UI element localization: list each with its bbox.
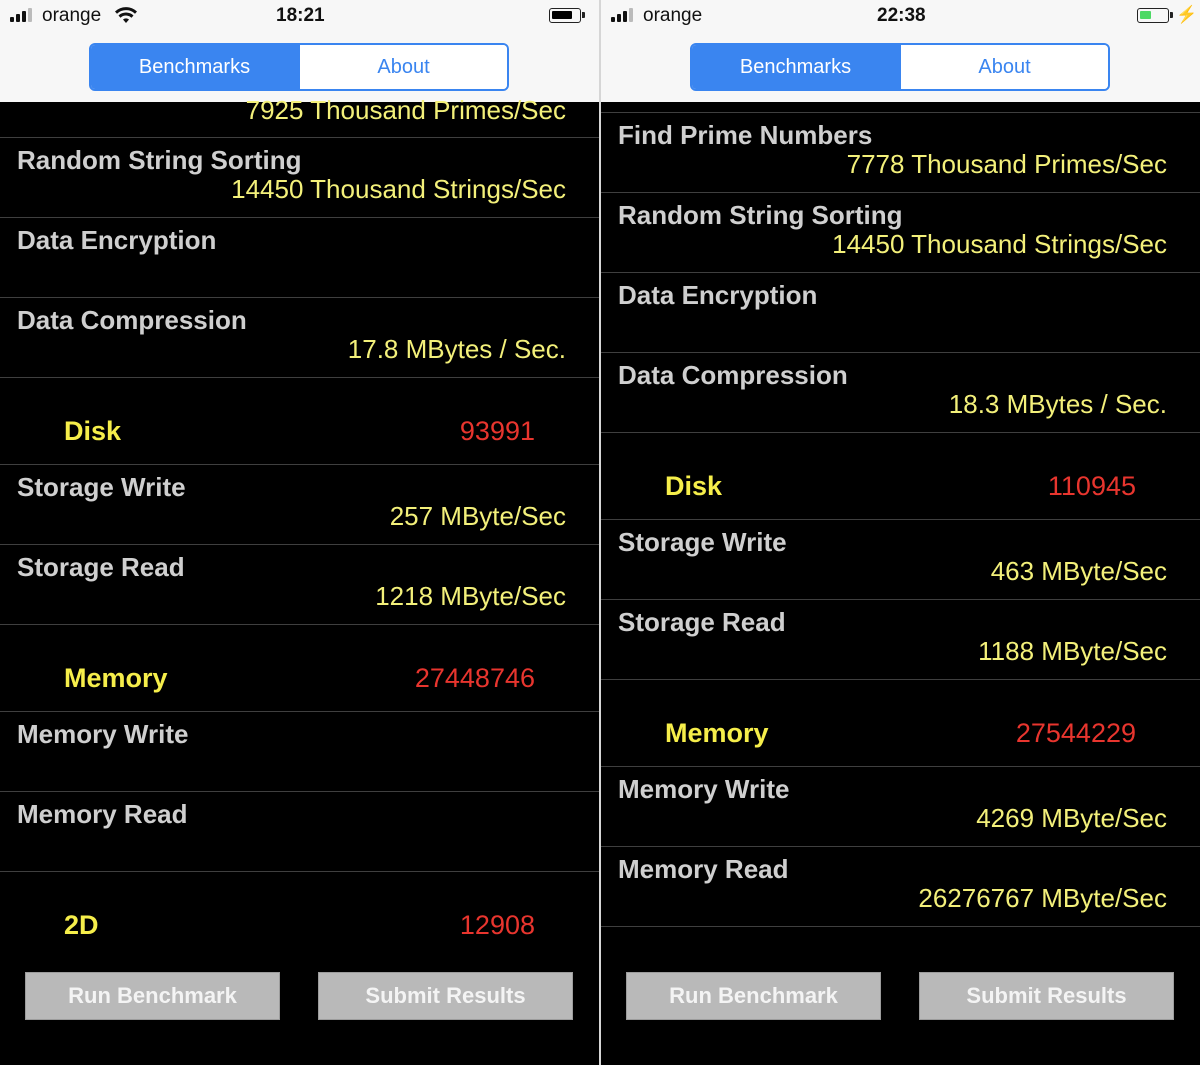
battery-level-fill bbox=[552, 11, 572, 19]
status-time: 18:21 bbox=[276, 5, 325, 26]
tab-benchmarks[interactable]: Benchmarks bbox=[91, 45, 298, 89]
benchmark-value: 1218 MByte/Sec bbox=[375, 581, 566, 611]
benchmark-value: 14450 Thousand Strings/Sec bbox=[832, 229, 1167, 259]
benchmark-value: 7778 Thousand Primes/Sec bbox=[846, 149, 1167, 179]
benchmark-row-data-encryption: Data Encryption bbox=[0, 218, 599, 298]
benchmark-row-data-compression: Data Compression 18.3 MBytes / Sec. bbox=[601, 353, 1200, 433]
benchmark-name: Random String Sorting bbox=[618, 200, 903, 230]
segmented-control: Benchmarks About bbox=[690, 43, 1110, 91]
benchmark-name: Find Prime Numbers bbox=[618, 120, 873, 150]
cellular-signal-icon bbox=[10, 8, 36, 22]
benchmark-name: Storage Read bbox=[618, 607, 786, 637]
benchmark-name: Storage Write bbox=[17, 472, 186, 502]
bolt-icon: ⚡ bbox=[1176, 5, 1198, 24]
list-top-separator bbox=[601, 102, 1200, 113]
tab-benchmarks[interactable]: Benchmarks bbox=[692, 45, 899, 89]
category-memory: Memory 27544229 bbox=[601, 680, 1200, 767]
battery-icon bbox=[1137, 8, 1173, 23]
navigation-bar: Benchmarks About bbox=[601, 36, 1200, 102]
cellular-signal-icon bbox=[611, 8, 637, 22]
benchmark-row-find-prime-numbers: 7925 Thousand Primes/Sec bbox=[0, 95, 599, 138]
status-bar: orange 18:21 bbox=[0, 0, 599, 36]
benchmark-row-memory-write: Memory Write 4269 MByte/Sec bbox=[601, 767, 1200, 847]
benchmark-name: Memory Write bbox=[618, 774, 790, 804]
benchmark-value: 4269 MByte/Sec bbox=[976, 803, 1167, 833]
tab-about[interactable]: About bbox=[899, 45, 1108, 89]
benchmark-value: 26276767 MByte/Sec bbox=[918, 883, 1167, 913]
navigation-bar: Benchmarks About bbox=[0, 36, 599, 102]
benchmark-row-storage-write: Storage Write 257 MByte/Sec bbox=[0, 465, 599, 545]
carrier-name: orange bbox=[643, 5, 703, 26]
category-score: 27448746 bbox=[414, 663, 535, 693]
submit-results-button[interactable]: Submit Results bbox=[919, 972, 1174, 1020]
run-benchmark-button[interactable]: Run Benchmark bbox=[626, 972, 881, 1020]
category-disk: Disk 93991 bbox=[0, 378, 599, 465]
benchmark-row-storage-read: Storage Read 1188 MByte/Sec bbox=[601, 600, 1200, 680]
benchmark-row-storage-read: Storage Read 1218 MByte/Sec bbox=[0, 545, 599, 625]
benchmark-value: 17.8 MBytes / Sec. bbox=[347, 334, 566, 364]
benchmark-row-random-string-sorting: Random String Sorting 14450 Thousand Str… bbox=[601, 193, 1200, 273]
benchmark-name: Memory Read bbox=[618, 854, 789, 884]
category-2d: 2D 12908 bbox=[0, 872, 599, 959]
benchmark-row-find-prime-numbers: Find Prime Numbers 7778 Thousand Primes/… bbox=[601, 113, 1200, 193]
benchmark-name: Memory Read bbox=[17, 799, 188, 829]
category-memory: Memory 27448746 bbox=[0, 625, 599, 712]
category-disk: Disk 110945 bbox=[601, 433, 1200, 520]
benchmark-name: Data Compression bbox=[618, 360, 848, 390]
benchmark-name: Data Encryption bbox=[17, 225, 217, 255]
benchmark-row-memory-read: Memory Read 26276767 MByte/Sec bbox=[601, 847, 1200, 927]
benchmark-results-list[interactable]: Find Prime Numbers 7778 Thousand Primes/… bbox=[601, 102, 1200, 927]
category-score: 110945 bbox=[1047, 471, 1136, 501]
category-label: Disk bbox=[64, 416, 122, 446]
status-time: 22:38 bbox=[877, 5, 926, 26]
benchmark-row-data-compression: Data Compression 17.8 MBytes / Sec. bbox=[0, 298, 599, 378]
benchmark-name: Data Compression bbox=[17, 305, 247, 335]
benchmark-value: 257 MByte/Sec bbox=[389, 501, 566, 531]
benchmark-name: Storage Read bbox=[17, 552, 185, 582]
benchmark-value: 7925 Thousand Primes/Sec bbox=[245, 95, 566, 125]
benchmark-row-storage-write: Storage Write 463 MByte/Sec bbox=[601, 520, 1200, 600]
benchmark-row-random-string-sorting: Random String Sorting 14450 Thousand Str… bbox=[0, 138, 599, 218]
category-label: 2D bbox=[64, 910, 99, 940]
battery-icon bbox=[549, 8, 585, 23]
status-bar: orange 22:38 ⚡ bbox=[601, 0, 1200, 36]
category-label: Disk bbox=[665, 471, 723, 501]
tab-about[interactable]: About bbox=[298, 45, 507, 89]
run-benchmark-button[interactable]: Run Benchmark bbox=[25, 972, 280, 1020]
benchmark-value: 18.3 MBytes / Sec. bbox=[948, 389, 1167, 419]
category-label: Memory bbox=[64, 663, 168, 693]
category-score: 93991 bbox=[459, 416, 535, 446]
phone-screen-left: orange 18:21 Benchmarks About 7925 Thous… bbox=[0, 0, 599, 1065]
benchmark-results-list[interactable]: 7925 Thousand Primes/Sec Random String S… bbox=[0, 95, 599, 959]
benchmark-name: Random String Sorting bbox=[17, 145, 302, 175]
benchmark-row-memory-read: Memory Read bbox=[0, 792, 599, 872]
benchmark-row-data-encryption: Data Encryption bbox=[601, 273, 1200, 353]
benchmark-name: Storage Write bbox=[618, 527, 787, 557]
phone-screen-right: orange 22:38 ⚡ Benchmarks About Find Pri… bbox=[601, 0, 1200, 1065]
battery-level-fill bbox=[1140, 11, 1151, 19]
wifi-icon bbox=[115, 7, 137, 23]
category-label: Memory bbox=[665, 718, 769, 748]
screenshot-root: orange 18:21 Benchmarks About 7925 Thous… bbox=[0, 0, 1200, 1065]
benchmark-value: 1188 MByte/Sec bbox=[978, 636, 1167, 666]
segmented-control: Benchmarks About bbox=[89, 43, 509, 91]
category-score: 27544229 bbox=[1015, 718, 1136, 748]
category-score: 12908 bbox=[459, 910, 535, 940]
benchmark-name: Memory Write bbox=[17, 719, 189, 749]
benchmark-row-memory-write: Memory Write bbox=[0, 712, 599, 792]
submit-results-button[interactable]: Submit Results bbox=[318, 972, 573, 1020]
carrier-name: orange bbox=[42, 5, 102, 26]
benchmark-value: 14450 Thousand Strings/Sec bbox=[231, 174, 566, 204]
benchmark-value: 463 MByte/Sec bbox=[990, 556, 1167, 586]
benchmark-name: Data Encryption bbox=[618, 280, 818, 310]
